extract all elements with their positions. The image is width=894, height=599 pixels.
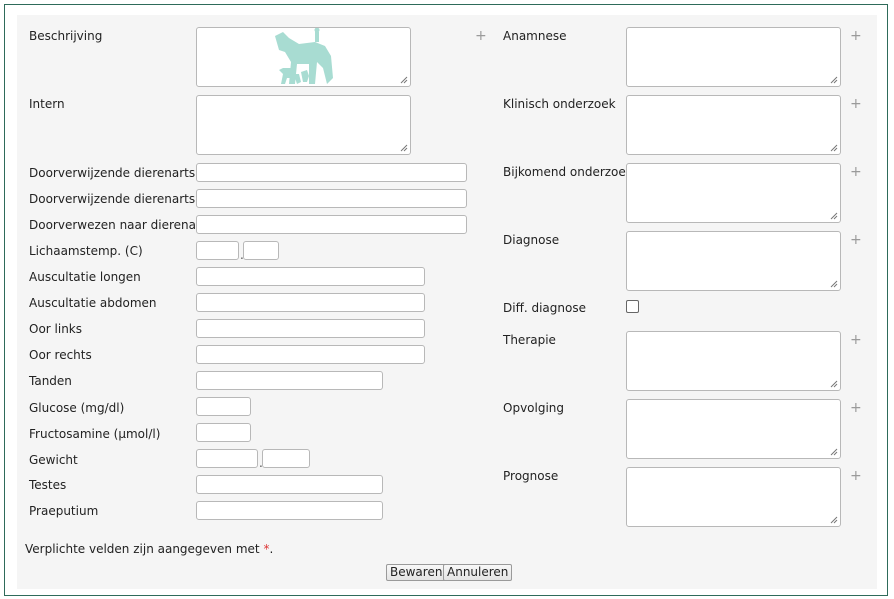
auscultatie-abdomen-input[interactable] (196, 293, 425, 312)
add-anamnese-plus-icon[interactable]: + (850, 29, 862, 43)
lichaamstemp-whole-input[interactable] (196, 241, 239, 260)
resize-grip-icon[interactable] (830, 280, 838, 288)
glucose-input[interactable] (196, 397, 251, 416)
label-opvolging: Opvolging (503, 401, 565, 415)
diff-diagnose-checkbox[interactable] (626, 300, 639, 313)
label-doorverwezen-naar-dierenarts: Doorverwezen naar dierenarts (29, 218, 212, 232)
label-klinisch-onderzoek: Klinisch onderzoek (503, 97, 616, 111)
diagnose-textarea[interactable] (626, 231, 841, 291)
label-therapie: Therapie (503, 333, 556, 347)
label-glucose: Glucose (mg/dl) (29, 401, 125, 415)
klinisch-onderzoek-textarea[interactable] (626, 95, 841, 155)
label-gewicht: Gewicht (29, 453, 78, 467)
add-prognose-plus-icon[interactable]: + (850, 469, 862, 483)
praeputium-input[interactable] (196, 501, 383, 520)
anamnese-textarea[interactable] (626, 27, 841, 87)
resize-grip-icon[interactable] (830, 516, 838, 524)
label-diff-diagnose: Diff. diagnose (503, 301, 586, 315)
label-auscultatie-longen: Auscultatie longen (29, 270, 141, 284)
tanden-input[interactable] (196, 371, 383, 390)
horse-logo-icon (275, 28, 333, 84)
resize-grip-icon[interactable] (830, 76, 838, 84)
form-panel: Beschrijving + Intern Doorverwijzende di… (17, 15, 877, 589)
gewicht-whole-input[interactable] (196, 449, 258, 468)
opvolging-textarea[interactable] (626, 399, 841, 459)
label-oor-links: Oor links (29, 322, 83, 336)
label-tanden: Tanden (29, 374, 72, 388)
label-praeputium: Praeputium (29, 504, 99, 518)
label-anamnese: Anamnese (503, 29, 567, 43)
add-diagnose-plus-icon[interactable]: + (850, 233, 862, 247)
label-doorverwijzende-dierenarts-2: Doorverwijzende dierenarts 2 (29, 192, 207, 206)
resize-grip-icon[interactable] (400, 76, 408, 84)
label-oor-rechts: Oor rechts (29, 348, 92, 362)
resize-grip-icon[interactable] (830, 448, 838, 456)
resize-grip-icon[interactable] (830, 380, 838, 388)
required-note-period: . (269, 542, 274, 556)
save-button[interactable]: Bewaren (386, 564, 447, 581)
bijkomend-onderzoek-textarea[interactable] (626, 163, 841, 223)
label-beschrijving: Beschrijving (29, 29, 103, 43)
lichaamstemp-decimal-input[interactable] (243, 241, 279, 260)
intern-textarea[interactable] (196, 95, 411, 155)
oor-links-input[interactable] (196, 319, 425, 338)
label-diagnose: Diagnose (503, 233, 560, 247)
label-bijkomend-onderzoek: Bijkomend onderzoek (503, 165, 633, 179)
therapie-textarea[interactable] (626, 331, 841, 391)
add-opvolging-plus-icon[interactable]: + (850, 401, 862, 415)
add-beschrijving-plus-icon[interactable]: + (475, 29, 487, 43)
required-fields-note: Verplichte velden zijn aangegeven met *. (25, 542, 273, 556)
label-testes: Testes (29, 478, 67, 492)
required-note-text: Verplichte velden zijn aangegeven met (25, 542, 260, 556)
add-therapie-plus-icon[interactable]: + (850, 333, 862, 347)
oor-rechts-input[interactable] (196, 345, 425, 364)
doorverwijzende-dierenarts-2-input[interactable] (196, 189, 467, 208)
label-lichaamstemp: Lichaamstemp. (C) (29, 244, 143, 258)
doorverwijzende-dierenarts-input[interactable] (196, 163, 467, 182)
resize-grip-icon[interactable] (830, 144, 838, 152)
prognose-textarea[interactable] (626, 467, 841, 527)
beschrijving-textarea[interactable] (196, 27, 411, 87)
label-prognose: Prognose (503, 469, 559, 483)
resize-grip-icon[interactable] (830, 212, 838, 220)
gewicht-decimal-input[interactable] (262, 449, 310, 468)
fructosamine-input[interactable] (196, 423, 251, 442)
label-auscultatie-abdomen: Auscultatie abdomen (29, 296, 157, 310)
testes-input[interactable] (196, 475, 383, 494)
add-klinisch-onderzoek-plus-icon[interactable]: + (850, 97, 862, 111)
cancel-button[interactable]: Annuleren (443, 564, 513, 581)
label-doorverwijzende-dierenarts: Doorverwijzende dierenarts (29, 166, 196, 180)
add-bijkomend-onderzoek-plus-icon[interactable]: + (850, 165, 862, 179)
label-fructosamine: Fructosamine (µmol/l) (29, 427, 161, 441)
form-frame: Beschrijving + Intern Doorverwijzende di… (4, 4, 888, 596)
auscultatie-longen-input[interactable] (196, 267, 425, 286)
label-intern: Intern (29, 97, 65, 111)
doorverwezen-naar-dierenarts-input[interactable] (196, 215, 467, 234)
resize-grip-icon[interactable] (400, 144, 408, 152)
